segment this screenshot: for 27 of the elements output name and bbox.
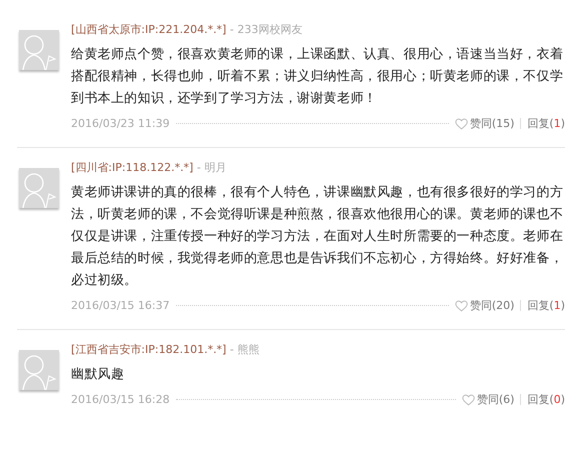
avatar-icon	[19, 350, 59, 390]
avatar-icon	[19, 168, 59, 208]
comment-date: 2016/03/15 16:37	[71, 299, 170, 312]
like-link[interactable]: 赞同(15)	[470, 116, 514, 131]
like-link[interactable]: 赞同(6)	[476, 392, 514, 407]
comment-text: 黄老师讲课讲的真的很棒，很有个人特色，讲课幽默风趣，也有很多很好的学习的方法，听黄老师的课，不会觉得听课是种煎熬，很喜欢他很用心的课。黄老师的课也不仅仅是讲课，注重传授一种好的学习方法，在面对人生时所需要的一种态度。老师在最后总结的时候，我觉得老师的意思也是告诉我们不忘初心，方得始终。好好准备，必过初级。	[71, 184, 564, 290]
comment-text: 幽默风趣	[71, 366, 126, 384]
ip-location: [四川省:IP:118.122.*.*]	[71, 161, 194, 174]
username: 233网校网友	[237, 23, 302, 36]
reply-link[interactable]: 回复(0)	[527, 392, 565, 407]
comment-date: 2016/03/15 16:28	[71, 393, 170, 406]
like-link[interactable]: 赞同(20)	[470, 298, 514, 313]
heart-icon[interactable]	[454, 300, 468, 312]
comment-date: 2016/03/23 11:39	[71, 117, 170, 130]
username: 熊熊	[237, 343, 260, 356]
heart-icon[interactable]	[454, 118, 468, 130]
avatar-icon	[19, 30, 59, 70]
comment-text: 给黄老师点个赞，很喜欢黄老师的课，上课函默、认真、很用心，语速当当好，衣着搭配很精神，长得也帅，听着不累；讲义归纳性高，很用心；听黄老师的课，不仅学到书本上的知识，还学到了学习方法，谢谢黄老师！	[71, 46, 564, 108]
separator-dash: -	[196, 161, 201, 174]
reply-link[interactable]: 回复(1)	[527, 116, 565, 131]
ip-location: [山西省太原市:IP:221.204.*.*]	[71, 23, 226, 36]
heart-icon[interactable]	[462, 394, 475, 406]
separator-dash: -	[230, 23, 234, 36]
reply-link[interactable]: 回复(1)	[527, 298, 565, 313]
username: 明月	[204, 161, 226, 174]
separator-dash: -	[230, 343, 234, 356]
ip-location: [江西省吉安市:IP:182.101.*.*]	[71, 343, 226, 356]
